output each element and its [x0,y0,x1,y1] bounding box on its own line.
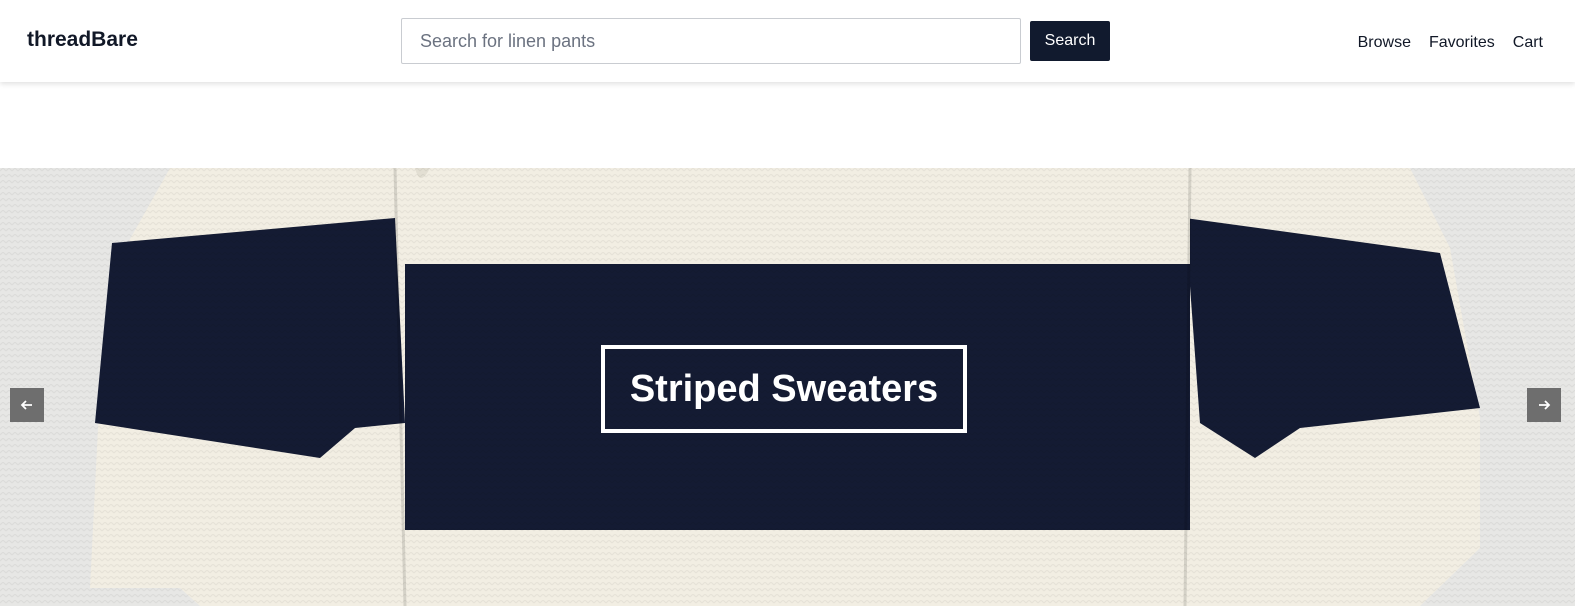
hero-caption[interactable]: Striped Sweaters [601,345,967,433]
search-input[interactable] [401,18,1021,64]
nav-favorites[interactable]: Favorites [1429,34,1495,52]
nav-browse[interactable]: Browse [1358,34,1411,52]
arrow-left-icon [20,400,32,410]
nav-cart[interactable]: Cart [1513,34,1543,52]
carousel-next-button[interactable] [1527,388,1561,422]
carousel-prev-button[interactable] [10,388,44,422]
primary-nav: Browse Favorites Cart [1358,34,1543,52]
hero-carousel: Striped Sweaters [0,168,1575,606]
top-navbar: threadBare Search Browse Favorites Cart [0,0,1575,82]
arrow-right-icon [1539,400,1551,410]
site-logo[interactable]: threadBare [27,28,138,52]
search-button[interactable]: Search [1030,21,1110,61]
